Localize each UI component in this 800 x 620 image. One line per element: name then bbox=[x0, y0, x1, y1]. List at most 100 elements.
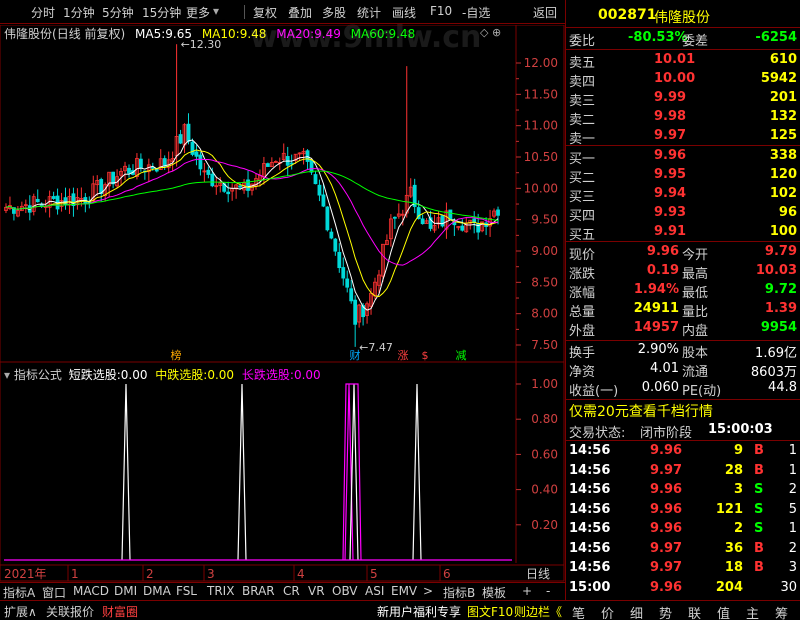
stat-value: 1.39 bbox=[764, 301, 797, 316]
panel-key-button[interactable]: 主 bbox=[746, 603, 759, 620]
tick-price: 9.96 bbox=[650, 501, 683, 517]
tab-macd[interactable]: MACD bbox=[73, 584, 109, 598]
quote-panel: 002871 伟隆股份 委比 -80.53% 委差 -6254 卖五 10.01 6… bbox=[565, 0, 800, 600]
tab-cr[interactable]: CR bbox=[283, 584, 300, 598]
tab-dmi[interactable]: DMI bbox=[114, 584, 137, 598]
candle-body bbox=[333, 238, 338, 252]
tab-brar[interactable]: BRAR bbox=[242, 584, 275, 598]
wealth-circle-button[interactable]: 财富圈 bbox=[102, 603, 138, 620]
toolbar-add-watchlist[interactable]: -自选 bbox=[462, 4, 490, 21]
bid-price: 9.96 bbox=[654, 148, 687, 163]
tab-obv[interactable]: OBV bbox=[332, 584, 358, 598]
bid-row[interactable]: 买五 9.91 100 bbox=[566, 223, 800, 243]
tick-count: 1 bbox=[788, 443, 797, 458]
panel-key-button[interactable]: 势 bbox=[659, 603, 672, 620]
chevron-down-icon[interactable]: ▾ bbox=[213, 4, 219, 18]
stat-value: 9954 bbox=[760, 320, 797, 335]
ask-row[interactable]: 卖一 9.97 125 bbox=[566, 127, 800, 147]
tick-time: 14:56 bbox=[569, 462, 611, 478]
ask-row[interactable]: 卖四 10.00 5942 bbox=[566, 70, 800, 90]
sidebar-toggle[interactable]: 则边栏《 bbox=[514, 603, 562, 620]
bid-row[interactable]: 买二 9.95 120 bbox=[566, 166, 800, 186]
toolbar-adjust[interactable]: 复权 bbox=[253, 4, 277, 21]
tick-price: 9.96 bbox=[650, 521, 683, 536]
toolbar-more[interactable]: 更多 bbox=[186, 4, 210, 21]
tab-plus[interactable]: + bbox=[522, 584, 532, 598]
promo-banner[interactable]: 仅需20元查看千档行情 bbox=[566, 400, 800, 420]
related-quote-button[interactable]: 关联报价 bbox=[46, 603, 94, 620]
tab-asi[interactable]: ASI bbox=[365, 584, 384, 598]
tick-price: 9.97 bbox=[650, 462, 683, 478]
toolbar-f10[interactable]: F10 bbox=[430, 4, 452, 18]
panel-key-button[interactable]: 值 bbox=[717, 603, 730, 620]
panel-key-button[interactable]: 细 bbox=[630, 603, 643, 620]
toolbar-stats[interactable]: 统计 bbox=[357, 4, 381, 21]
ask-label: 卖五 bbox=[569, 56, 596, 71]
candle-body bbox=[353, 299, 358, 325]
month-label: 2 bbox=[146, 567, 154, 581]
tab-indicator-b[interactable]: 指标B bbox=[443, 584, 475, 601]
kline-chart[interactable]: 12.0011.5011.0010.5010.009.509.008.508.0… bbox=[0, 25, 565, 582]
stat-value: 24911 bbox=[633, 301, 679, 316]
ask-row[interactable]: 卖二 9.98 132 bbox=[566, 108, 800, 128]
tab-more-arrow[interactable]: > bbox=[423, 584, 433, 598]
candle-body bbox=[63, 197, 68, 206]
tick-count: 1 bbox=[788, 521, 797, 536]
candle-body bbox=[51, 196, 56, 199]
stat-label: 最低 bbox=[682, 286, 709, 301]
ask-row[interactable]: 卖三 9.99 201 bbox=[566, 89, 800, 109]
tick-time: 14:56 bbox=[569, 560, 611, 575]
signal-spike bbox=[237, 383, 247, 561]
tick-row: 14:56 9.97 28 B 1 bbox=[566, 462, 800, 482]
candle-body bbox=[194, 151, 199, 157]
tab-template[interactable]: 模板 bbox=[482, 584, 506, 601]
graphic-f10-link[interactable]: 图文F10 bbox=[467, 603, 513, 620]
finance-row: 收益(一) 0.060 PE(动) 44.8 bbox=[566, 379, 800, 399]
tab-dma[interactable]: DMA bbox=[143, 584, 171, 598]
toolbar-multi[interactable]: 多股 bbox=[322, 4, 346, 21]
panel-key-button[interactable]: 价 bbox=[601, 603, 614, 620]
tick-time: 14:56 bbox=[569, 501, 611, 517]
panel-key-button[interactable]: 筹 bbox=[775, 603, 788, 620]
promo-text[interactable]: 仅需20元查看千档行情 bbox=[569, 401, 713, 421]
bid-label: 买三 bbox=[569, 190, 596, 205]
panel-key-button[interactable]: 联 bbox=[688, 603, 701, 620]
event-marker: 财 bbox=[350, 348, 361, 362]
ask-volume: 132 bbox=[769, 109, 797, 124]
tab-indicator-a[interactable]: 指标A bbox=[3, 584, 35, 601]
indicator-tab-bar: 指标A 窗口 MACD DMI DMA FSL TRIX BRAR CR VR … bbox=[0, 582, 565, 600]
bid-row[interactable]: 买三 9.94 102 bbox=[566, 185, 800, 205]
tick-row: 14:56 9.96 121 S 5 bbox=[566, 501, 800, 521]
stat-label: 外盘 bbox=[569, 324, 596, 339]
toolbar-5min[interactable]: 5分钟 bbox=[102, 4, 134, 21]
toolbar-1min[interactable]: 1分钟 bbox=[63, 4, 95, 21]
toolbar-15min[interactable]: 15分钟 bbox=[142, 4, 181, 21]
tab-emv[interactable]: EMV bbox=[391, 584, 417, 598]
stat-row: 涨跌 0.19 最高 10.03 bbox=[566, 262, 800, 282]
tab-minus[interactable]: - bbox=[546, 584, 550, 598]
ask-price: 10.00 bbox=[654, 71, 696, 86]
panel-key-button[interactable]: 笔 bbox=[572, 603, 585, 620]
tab-vr[interactable]: VR bbox=[308, 584, 325, 598]
tick-volume: 18 bbox=[724, 560, 743, 575]
ask-row[interactable]: 卖五 10.01 610 bbox=[566, 51, 800, 71]
tab-trix[interactable]: TRIX bbox=[207, 584, 234, 598]
new-user-link[interactable]: 新用户福利专享 bbox=[377, 603, 461, 620]
tick-price: 9.97 bbox=[650, 560, 683, 575]
candle-body bbox=[162, 158, 167, 167]
finance-label: 换手 bbox=[569, 346, 596, 361]
candle-body bbox=[150, 166, 155, 169]
tab-window[interactable]: 窗口 bbox=[42, 584, 66, 601]
toolbar-back[interactable]: 返回 bbox=[533, 4, 557, 21]
tab-fsl[interactable]: FSL bbox=[176, 584, 197, 598]
date-year-label: 2021年 bbox=[4, 567, 47, 581]
bid-row[interactable]: 买一 9.96 338 bbox=[566, 147, 800, 167]
expand-button[interactable]: 扩展∧ bbox=[4, 603, 37, 620]
bid-row[interactable]: 买四 9.93 96 bbox=[566, 204, 800, 224]
finance-value: 8603万 bbox=[750, 365, 797, 380]
candle-body bbox=[210, 173, 215, 187]
tick-count: 3 bbox=[788, 560, 797, 575]
toolbar-intraday[interactable]: 分时 bbox=[31, 4, 55, 21]
toolbar-overlay[interactable]: 叠加 bbox=[288, 4, 312, 21]
toolbar-draw[interactable]: 画线 bbox=[392, 4, 416, 21]
